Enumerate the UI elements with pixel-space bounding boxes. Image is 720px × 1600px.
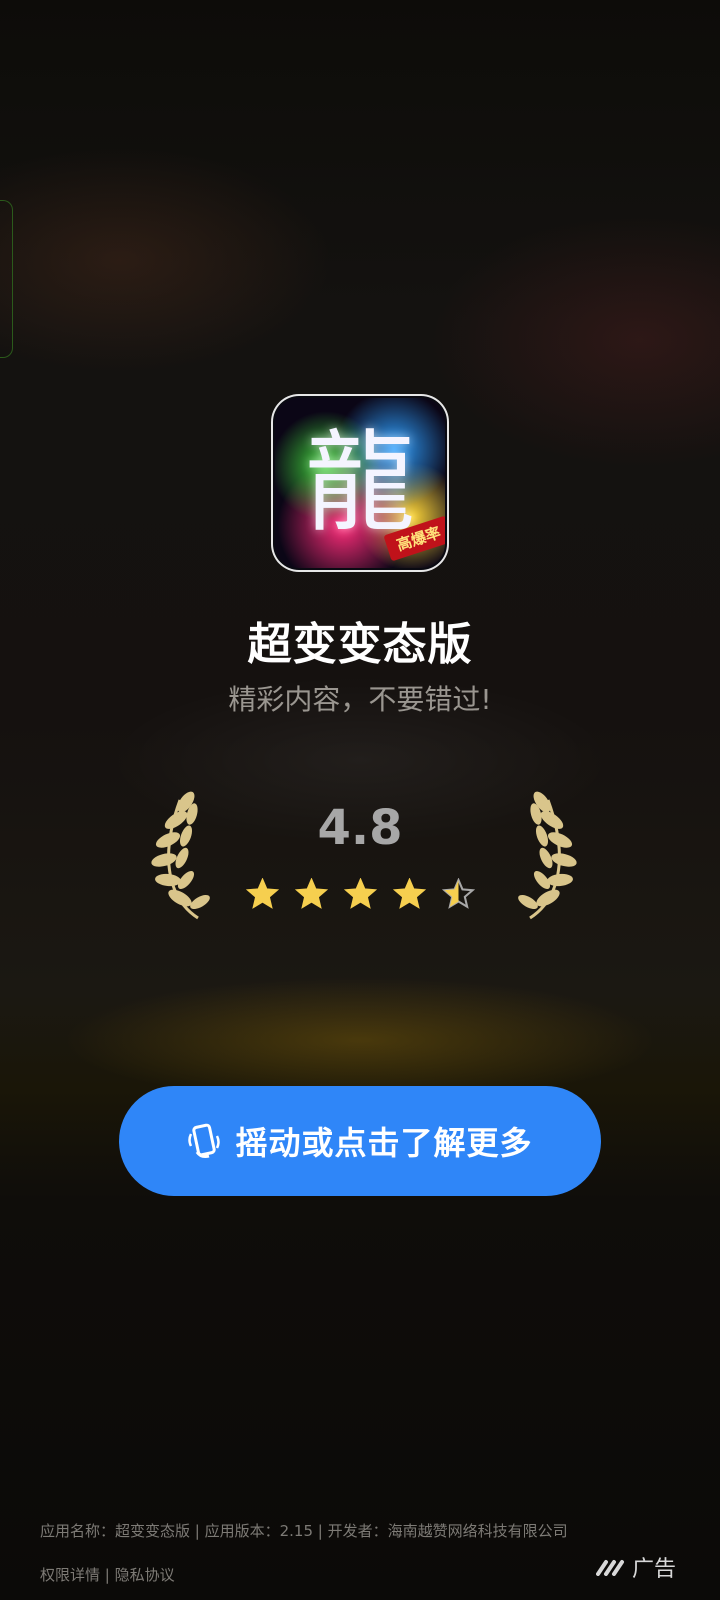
app-title: 超变变态版: [247, 619, 473, 670]
shake-phone-icon: [188, 1123, 221, 1158]
rating-value: 4.8: [317, 800, 403, 856]
star-icon: [442, 878, 475, 909]
laurel-right-icon: [518, 791, 577, 920]
footer-links: 权限详情 | 隐私协议: [40, 1564, 175, 1586]
star-icon: [393, 878, 426, 909]
app-info-text: 应用名称：超变变态版 | 应用版本：2.15 | 开发者：海南越赞网络科技有限公…: [40, 1522, 568, 1540]
ad-network-logo-icon: [596, 1560, 624, 1576]
ad-tag[interactable]: 广告: [596, 1552, 676, 1582]
permissions-link[interactable]: 权限详情: [40, 1566, 100, 1584]
learn-more-button[interactable]: 摇动或点击了解更多: [119, 1086, 601, 1196]
star-icon: [344, 878, 377, 909]
rating-stars: [246, 878, 475, 918]
app-icon[interactable]: 龍 高爆率: [271, 394, 449, 572]
privacy-link[interactable]: 隐私协议: [115, 1566, 175, 1584]
learn-more-label: 摇动或点击了解更多: [235, 1124, 533, 1162]
star-icon: [246, 878, 279, 909]
side-drawer-handle[interactable]: [0, 200, 13, 358]
app-icon-art: 龍 高爆率: [275, 398, 445, 568]
app-tagline: 精彩内容，不要错过!: [228, 683, 492, 716]
star-icon: [295, 878, 328, 909]
footer-separator: |: [100, 1566, 115, 1584]
ad-label: 广告: [632, 1557, 677, 1582]
